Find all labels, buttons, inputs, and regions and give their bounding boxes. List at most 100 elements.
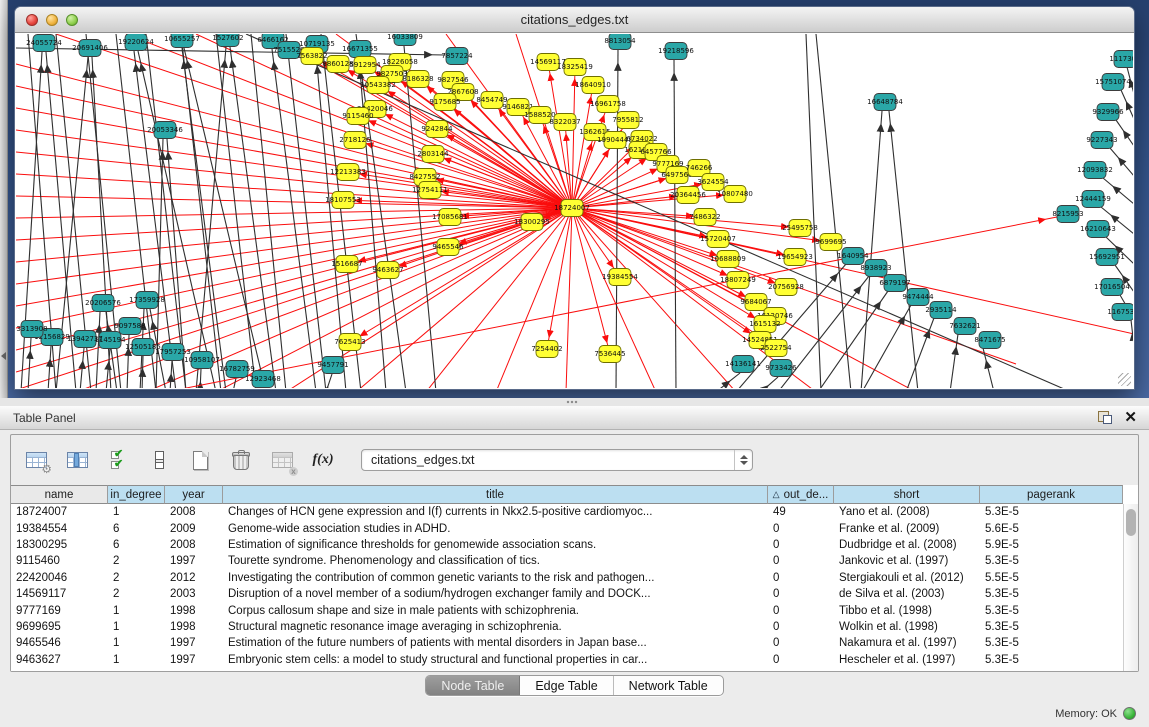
table-cell: 5.3E-5 <box>980 605 1123 617</box>
graph-node[interactable]: 17016504 <box>1094 279 1130 296</box>
memory-indicator-icon[interactable] <box>1123 707 1136 720</box>
function-builder-button[interactable]: f(x) <box>310 448 336 472</box>
graph-node[interactable]: 9457791 <box>317 357 348 374</box>
column-header-title[interactable]: title <box>223 485 768 504</box>
graph-node[interactable]: 18640910 <box>575 77 611 94</box>
graph-node[interactable]: 1615132 <box>749 316 780 333</box>
column-header-short[interactable]: short <box>834 485 980 504</box>
graph-node[interactable]: 20756928 <box>768 279 804 296</box>
graph-node[interactable]: 8215953 <box>1052 206 1083 223</box>
graph-node[interactable]: 16961758 <box>590 96 626 113</box>
graph-node[interactable]: 25495758 <box>782 220 818 237</box>
table-mode-button[interactable]: ⚙ <box>23 448 49 472</box>
table-row[interactable]: 1872400712008Changes of HCN gene express… <box>11 504 1123 520</box>
window-titlebar[interactable]: citations_edges.txt <box>15 7 1134 33</box>
graph-node[interactable]: 20053346 <box>147 122 183 139</box>
svg-text:746266: 746266 <box>686 164 713 172</box>
graph-node[interactable]: 17359928 <box>129 292 165 309</box>
graph-node[interactable]: 13942737 <box>67 331 103 348</box>
graph-node[interactable]: 8322037 <box>549 114 580 131</box>
graph-node[interactable]: 2522754 <box>760 340 792 357</box>
graph-node[interactable]: 15692951 <box>1089 249 1125 266</box>
column-header-in_degree[interactable]: in_degree <box>108 485 165 504</box>
table-row[interactable]: 2242004622012Investigating the contribut… <box>11 570 1123 586</box>
window-resize-grip[interactable] <box>1118 373 1131 386</box>
graph-node[interactable]: 16648784 <box>867 94 903 111</box>
graph-node[interactable]: 2803144 <box>417 146 449 163</box>
graph-node[interactable]: 1640954 <box>837 248 869 265</box>
table-row[interactable]: 1938455462009Genome-wide association stu… <box>11 520 1123 536</box>
graph-node[interactable]: 7857224 <box>441 48 473 65</box>
graph-node[interactable]: 9474444 <box>902 289 934 306</box>
show-columns-button[interactable] <box>64 448 90 472</box>
graph-node[interactable]: 12444159 <box>1075 191 1111 208</box>
network-canvas[interactable]: 2405572420691406192206241065525715276026… <box>16 34 1133 388</box>
graph-node[interactable]: 16033809 <box>387 34 423 46</box>
graph-node[interactable]: 3313908 <box>16 321 47 338</box>
table-row[interactable]: 969969511998Structural magnetic resonanc… <box>11 619 1123 635</box>
graph-node[interactable]: 9329966 <box>1092 104 1124 121</box>
graph-node[interactable]: 8938923 <box>860 260 891 277</box>
column-header-pagerank[interactable]: pagerank <box>980 485 1123 504</box>
graph-node[interactable]: 15751074 <box>1095 74 1131 91</box>
table-row[interactable]: 977716911998Corpus callosum shape and si… <box>11 602 1123 618</box>
graph-node[interactable]: 8813054 <box>604 34 636 50</box>
graph-node[interactable]: 19220624 <box>118 34 154 51</box>
graph-node[interactable]: 9463627 <box>372 262 403 279</box>
column-header-name[interactable]: name <box>11 485 108 504</box>
graph-node[interactable]: 19218596 <box>658 43 694 60</box>
graph-node[interactable]: 9175685 <box>429 94 460 111</box>
graph-node[interactable]: 7536445 <box>594 346 625 363</box>
close-panel-icon[interactable]: ✕ <box>1124 410 1137 425</box>
graph-node[interactable]: 10655257 <box>164 34 200 48</box>
horizontal-splitter[interactable] <box>0 398 1149 406</box>
table-row[interactable]: 911546021997Tourette syndrome. Phenomeno… <box>11 553 1123 569</box>
vertical-scrollbar[interactable] <box>1123 504 1138 671</box>
tab-edge-table[interactable]: Edge Table <box>520 676 613 695</box>
control-panel-splitter[interactable] <box>0 0 8 398</box>
table-cell: 6 <box>108 523 165 535</box>
graph-node[interactable]: 10688809 <box>710 251 746 268</box>
graph-node[interactable]: 6879197 <box>879 275 910 292</box>
graph-node[interactable]: 12093832 <box>1077 162 1113 179</box>
graph-node[interactable]: 7955812 <box>612 112 643 129</box>
graph-node[interactable]: 16210643 <box>1080 221 1116 238</box>
table-row[interactable]: 1456911722003Disruption of a novel membe… <box>11 586 1123 602</box>
graph-node[interactable]: 20691406 <box>72 40 108 57</box>
svg-text:7625413: 7625413 <box>334 338 365 346</box>
svg-text:1640954: 1640954 <box>837 252 869 260</box>
graph-node[interactable]: 9115460 <box>342 108 373 125</box>
scrollbar-thumb[interactable] <box>1126 509 1136 536</box>
graph-node[interactable]: 1117304 <box>1109 51 1133 68</box>
tab-node-table[interactable]: Node Table <box>426 676 520 695</box>
table-row[interactable]: 1830029562008Estimation of significance … <box>11 537 1123 553</box>
graph-node[interactable]: 20206576 <box>85 295 121 312</box>
create-column-button[interactable] <box>187 448 213 472</box>
graph-node[interactable]: 2935114 <box>925 302 957 319</box>
graph-node[interactable]: 8471675 <box>974 332 1005 349</box>
graph-node[interactable]: 1167533 <box>1107 304 1133 321</box>
graph-node[interactable]: 9699695 <box>815 234 846 251</box>
graph-node[interactable]: 1516687 <box>331 256 362 273</box>
graph-node[interactable]: 19384554 <box>602 269 638 286</box>
table-row[interactable]: 946554611997Estimation of the future num… <box>11 635 1123 651</box>
float-panel-icon[interactable] <box>1098 411 1112 424</box>
graph-node[interactable]: 7254402 <box>531 341 562 358</box>
graph-node[interactable]: 19654923 <box>777 249 813 266</box>
graph-node[interactable]: 18107553 <box>325 192 361 209</box>
column-header-year[interactable]: year <box>165 485 223 504</box>
row-height-button[interactable] <box>146 448 172 472</box>
table-row[interactable]: 946362711997Embryonic stem cells: a mode… <box>11 652 1123 668</box>
select-columns-button[interactable]: ✔✔ <box>105 448 131 472</box>
column-header-out_de[interactable]: △out_de... <box>768 485 834 504</box>
splitter-collapse-arrow-icon[interactable] <box>1 352 6 360</box>
graph-node[interactable]: 9227343 <box>1086 132 1117 149</box>
graph-node[interactable]: 7625413 <box>334 334 365 351</box>
table-selector-dropdown[interactable]: citations_edges.txt <box>361 449 753 471</box>
splitter-grip-icon[interactable] <box>566 400 578 404</box>
graph-node[interactable]: 7632621 <box>949 318 980 335</box>
graph-node[interactable]: 8186328 <box>402 71 433 88</box>
tab-network-table[interactable]: Network Table <box>614 676 723 695</box>
graph-node[interactable]: 7486322 <box>689 209 720 226</box>
delete-column-button[interactable] <box>228 448 254 472</box>
